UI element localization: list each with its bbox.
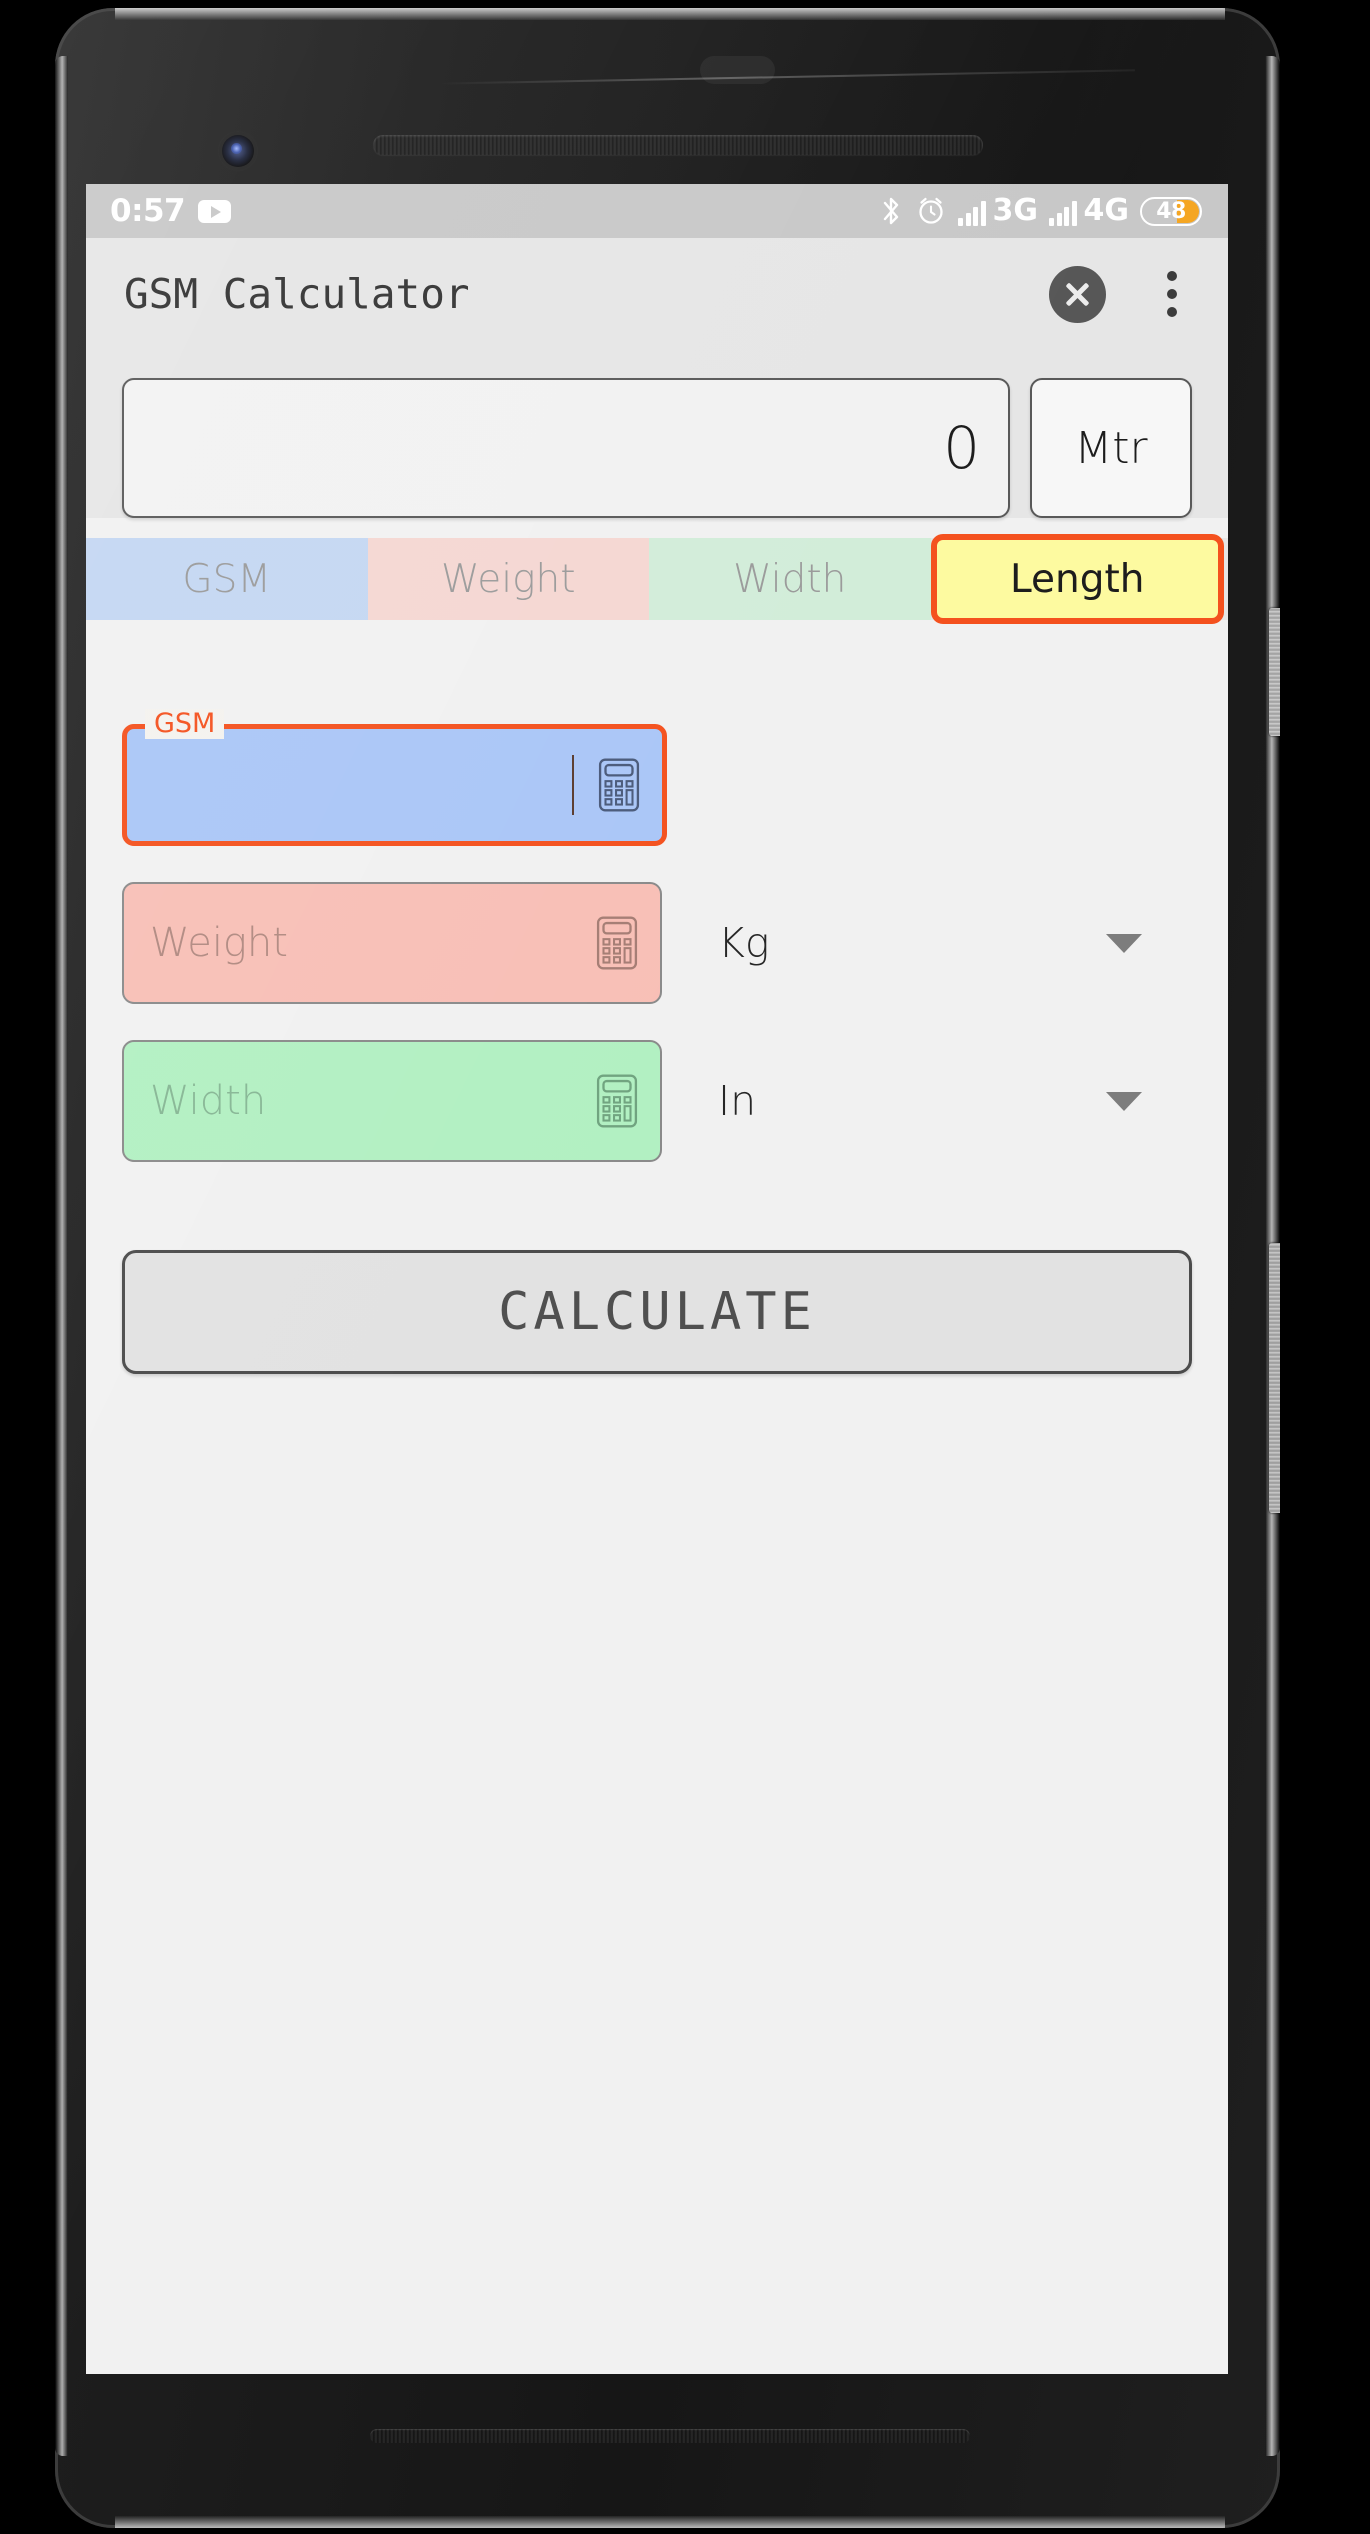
sim1-signal-icon (958, 200, 986, 226)
tab-gsm[interactable]: GSM (86, 538, 368, 620)
chevron-down-icon (1106, 933, 1142, 953)
sim1-status: 3G (958, 196, 1038, 226)
sim1-network-label: 3G (992, 193, 1039, 228)
bluetooth-icon (883, 197, 899, 225)
tab-weight-label: Weight (440, 556, 576, 602)
youtube-play-icon (198, 199, 232, 223)
result-display-row: 0 Mtr (86, 350, 1228, 518)
calculate-button[interactable]: CALCULATE (122, 1250, 1192, 1374)
sim2-status: 4G (1049, 196, 1129, 226)
width-unit-label: In (718, 1077, 757, 1125)
result-display: 0 (122, 378, 1010, 518)
chevron-down-icon (1106, 1091, 1142, 1111)
weight-input[interactable]: Weight (122, 882, 662, 1004)
width-unit-selector[interactable]: In (662, 1077, 1192, 1125)
weight-field-row: Weight Kg (86, 882, 1228, 1004)
tab-length-label: Length (1009, 556, 1145, 602)
alarm-clock-icon (919, 197, 943, 224)
device-top-hardware (55, 8, 1280, 178)
phone-device-frame: 0:57 3G 4G 48 GSM Calculator 0 Mtr GSM W… (55, 8, 1280, 2528)
weight-placeholder: Weight (150, 920, 288, 966)
calculate-button-label: CALCULATE (498, 1282, 816, 1342)
volume-rocker-button[interactable] (1269, 1243, 1280, 1513)
width-input[interactable]: Width (122, 1040, 662, 1162)
tab-width-label: Width (733, 556, 847, 602)
gsm-floating-label: GSM (145, 709, 225, 739)
width-field-row: Width In (86, 1040, 1228, 1162)
gsm-field-row: GSM (86, 709, 1228, 846)
weight-unit-label: Kg (718, 919, 770, 967)
calculate-button-wrap: CALCULATE (86, 1250, 1228, 1374)
battery-percent-label: 48 (1156, 198, 1186, 224)
tab-width[interactable]: Width (649, 538, 931, 620)
result-unit-selector[interactable]: Mtr (1030, 378, 1192, 518)
weight-unit-selector[interactable]: Kg (662, 919, 1192, 967)
device-left-rail (55, 56, 68, 2456)
form-body: GSM Weight Kg Width In CALCULATE (86, 709, 1228, 2374)
front-camera-icon (222, 135, 254, 167)
sim2-network-label: 4G (1083, 193, 1130, 228)
app-bar: GSM Calculator (86, 238, 1228, 350)
text-caret (572, 755, 574, 815)
page-title: GSM Calculator (124, 270, 470, 318)
calculator-icon[interactable] (596, 1074, 638, 1128)
proximity-sensor (700, 56, 775, 84)
width-placeholder: Width (150, 1078, 267, 1124)
earpiece-speaker (373, 135, 983, 155)
status-bar: 0:57 3G 4G 48 (86, 184, 1228, 238)
sim2-signal-icon (1049, 200, 1077, 226)
calculator-icon[interactable] (596, 916, 638, 970)
tab-length[interactable]: Length (930, 534, 1224, 624)
calculator-icon[interactable] (598, 758, 640, 812)
power-button[interactable] (1269, 608, 1280, 736)
status-bar-right: 3G 4G 48 (878, 195, 1202, 227)
tab-gsm-label: GSM (182, 556, 272, 602)
tab-weight[interactable]: Weight (367, 538, 649, 620)
gsm-input[interactable]: GSM (122, 709, 667, 846)
phone-screen: 0:57 3G 4G 48 GSM Calculator 0 Mtr GSM W… (86, 184, 1228, 2374)
status-clock: 0:57 (110, 193, 186, 229)
battery-icon: 48 (1140, 196, 1202, 226)
status-bar-left: 0:57 (110, 193, 232, 229)
result-value: 0 (943, 414, 980, 482)
result-unit-label: Mtr (1074, 422, 1148, 474)
overflow-menu-icon[interactable] (1152, 266, 1192, 323)
device-bottom-hardware (55, 2368, 1280, 2528)
close-icon[interactable] (1049, 265, 1106, 323)
mode-tab-bar: GSM Weight Width Length (86, 534, 1228, 624)
microphone-grille (370, 2429, 970, 2443)
